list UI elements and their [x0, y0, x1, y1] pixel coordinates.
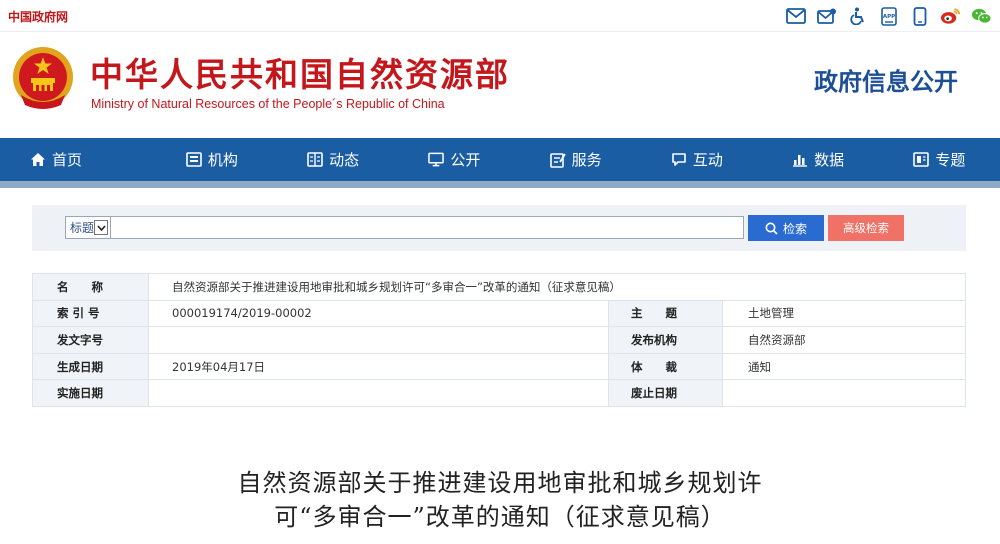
- table-row: 名 称 自然资源部关于推进建设用地审批和城乡规划许可“多审合一”改革的通知（征求…: [32, 273, 966, 301]
- subscribe-mail-icon[interactable]: [816, 6, 837, 26]
- genre-value: 通知: [722, 352, 966, 381]
- nav-label: 专题: [935, 151, 966, 169]
- search-input[interactable]: [111, 216, 744, 239]
- top-bar: 中国政府网 APP: [0, 0, 1000, 32]
- wechat-icon[interactable]: [971, 6, 992, 26]
- docno-label: 发文字号: [32, 326, 149, 354]
- table-row: 索 引 号 000019174/2019-00002 主 题 土地管理: [32, 299, 966, 328]
- nav-divider: [0, 181, 1000, 188]
- effective-label: 实施日期: [32, 379, 149, 407]
- service-icon: [549, 152, 566, 168]
- top-icons: APP: [785, 6, 992, 26]
- svg-text:APP: APP: [882, 14, 894, 20]
- national-emblem-icon[interactable]: [11, 43, 75, 115]
- nav-item-news[interactable]: 动态: [273, 138, 394, 181]
- topic-icon: [913, 152, 930, 168]
- article-title-line-1: 自然资源部关于推进建设用地审批和城乡规划许: [237, 469, 763, 497]
- nav-label: 服务: [571, 151, 602, 169]
- search-button-label: 检索: [782, 221, 807, 236]
- accessibility-icon[interactable]: [847, 6, 868, 26]
- table-row: 实施日期 废止日期: [32, 379, 966, 407]
- document-metadata-table: 名 称 自然资源部关于推进建设用地审批和城乡规划许可“多审合一”改革的通知（征求…: [32, 273, 966, 407]
- data-icon: [792, 152, 808, 168]
- home-icon: [30, 152, 46, 168]
- mail-icon[interactable]: [785, 6, 806, 26]
- site-title-cn[interactable]: 中华人民共和国自然资源部: [90, 48, 510, 96]
- nav-item-data[interactable]: 数据: [758, 138, 879, 181]
- table-row: 生成日期 2019年04月17日 体 裁 通知: [32, 352, 966, 381]
- genre-label: 体 裁: [608, 352, 723, 381]
- search-icon: [765, 222, 778, 235]
- index-value: 000019174/2019-00002: [148, 299, 609, 328]
- app-icon[interactable]: APP: [878, 6, 899, 26]
- issuer-value: 自然资源部: [722, 326, 966, 354]
- nav-label: 互动: [692, 151, 723, 169]
- advanced-search-button[interactable]: 高级检索: [828, 215, 904, 241]
- nav-label: 动态: [329, 151, 360, 169]
- nav-item-institution[interactable]: 机构: [151, 138, 272, 181]
- expiry-value: [722, 379, 966, 407]
- created-label: 生成日期: [32, 352, 149, 381]
- nav-label: 公开: [450, 151, 481, 169]
- search-field-select[interactable]: 标题: [65, 216, 111, 239]
- nav-item-service[interactable]: 服务: [515, 138, 636, 181]
- name-value: 自然资源部关于推进建设用地审批和城乡规划许可“多审合一”改革的通知（征求意见稿）: [148, 273, 966, 301]
- disclosure-icon: [428, 152, 445, 168]
- effective-value: [148, 379, 609, 407]
- nav-item-disclosure[interactable]: 公开: [394, 138, 515, 181]
- created-value: 2019年04月17日: [148, 352, 609, 381]
- nav-label: 机构: [207, 151, 238, 169]
- article-title-line-2: 可“多审合一”改革的通知（征求意见稿）: [274, 503, 726, 531]
- search-field-value: 标题: [70, 221, 95, 235]
- subject-label: 主 题: [608, 299, 723, 328]
- subject-value: 土地管理: [722, 299, 966, 328]
- search-button[interactable]: 检索: [748, 215, 824, 241]
- gov-info-title: 政府信息公开: [814, 68, 958, 96]
- weibo-icon[interactable]: [940, 6, 961, 26]
- docno-value: [148, 326, 609, 354]
- index-label: 索 引 号: [32, 299, 149, 328]
- search-bar: 标题 检索 高级检索: [32, 205, 966, 251]
- gov-portal-link[interactable]: 中国政府网: [8, 8, 68, 25]
- table-row: 发文字号 发布机构 自然资源部: [32, 326, 966, 354]
- institution-icon: [186, 152, 202, 168]
- name-label: 名 称: [32, 273, 149, 301]
- issuer-label: 发布机构: [608, 326, 723, 354]
- site-header: 中华人民共和国自然资源部 Ministry of Natural Resourc…: [0, 32, 1000, 138]
- mobile-icon[interactable]: [909, 6, 930, 26]
- nav-label: 首页: [52, 151, 83, 169]
- main-nav: 首页 机构 动态 公开 服务 互动 数据 专题: [0, 138, 1000, 181]
- expiry-label: 废止日期: [608, 379, 723, 407]
- nav-item-home[interactable]: 首页: [0, 138, 151, 181]
- news-icon: [307, 152, 323, 168]
- nav-item-topic[interactable]: 专题: [879, 138, 1000, 181]
- chevron-down-icon[interactable]: [94, 220, 108, 235]
- nav-label: 数据: [814, 151, 845, 169]
- interaction-icon: [671, 152, 687, 168]
- article-title: 自然资源部关于推进建设用地审批和城乡规划许 可“多审合一”改革的通知（征求意见稿…: [0, 466, 1000, 534]
- nav-item-interaction[interactable]: 互动: [636, 138, 757, 181]
- site-title-en: Ministry of Natural Resources of the Peo…: [91, 97, 445, 111]
